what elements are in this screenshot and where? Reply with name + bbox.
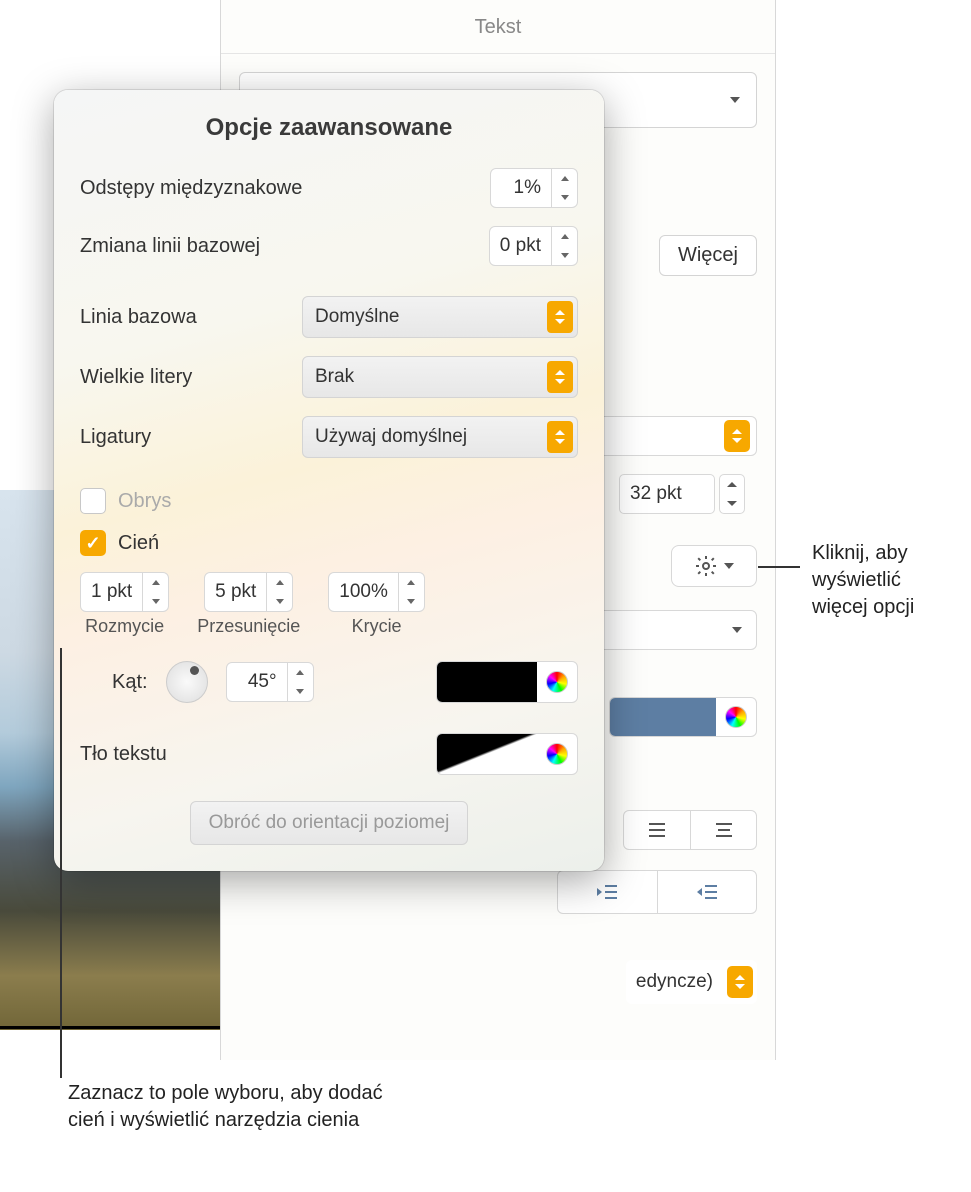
callout-line [60, 648, 62, 1078]
shadow-blur-value: 1 pkt [81, 581, 142, 603]
line-spacing-select[interactable]: edyncze) [626, 960, 757, 1004]
angle-label: Kąt: [112, 671, 148, 694]
shadow-opacity-input[interactable]: 100% [328, 572, 425, 612]
baseline-shift-label: Zmiana linii bazowej [80, 235, 260, 258]
color-swatch-none [437, 734, 537, 774]
inspector-header: Tekst [221, 0, 775, 54]
shadow-offset-value: 5 pkt [205, 581, 266, 603]
indent-segmented-control[interactable] [557, 870, 757, 914]
indent-icon [696, 883, 718, 901]
spacing-value: edyncze) [626, 971, 723, 993]
text-color-picker[interactable] [609, 697, 757, 737]
indent-increase[interactable] [657, 871, 757, 913]
angle-dot-icon [190, 666, 199, 675]
select-arrows-icon [547, 421, 573, 453]
callout-shadow-text: Zaznacz to pole wyboru, aby dodać cień i… [68, 1080, 388, 1134]
indent-icon [596, 883, 618, 901]
shadow-label: Cień [118, 532, 159, 555]
angle-value: 45° [227, 671, 287, 693]
baseline-value: Domyślne [303, 306, 543, 328]
color-wheel-icon [546, 671, 568, 693]
baseline-shift-input[interactable]: 0 pkt [489, 226, 578, 266]
stepper[interactable] [142, 573, 168, 611]
font-size-stepper[interactable] [719, 474, 745, 514]
stepper[interactable] [551, 169, 577, 207]
baseline-select[interactable]: Domyślne [302, 296, 578, 338]
shadow-opacity-label: Krycie [352, 616, 402, 637]
rotate-orientation-button[interactable]: Obróć do orientacji poziomej [190, 801, 469, 845]
color-wheel-button[interactable] [537, 734, 577, 774]
color-wheel-button[interactable] [716, 698, 756, 736]
chevron-down-icon [732, 627, 742, 633]
ligatures-select[interactable]: Używaj domyślnej [302, 416, 578, 458]
outline-label: Obrys [118, 490, 171, 513]
popover-title: Opcje zaawansowane [80, 114, 578, 142]
advanced-options-gear-button[interactable] [671, 545, 757, 587]
font-size-input[interactable]: 32 pkt [619, 474, 715, 514]
baseline-shift-value: 0 pkt [490, 235, 551, 257]
color-swatch [610, 698, 716, 736]
shadow-checkbox[interactable] [80, 530, 106, 556]
align-lines-icon [647, 822, 667, 838]
outline-checkbox[interactable] [80, 488, 106, 514]
angle-dial[interactable] [166, 661, 208, 703]
font-size-value: 32 pkt [630, 483, 682, 505]
chevron-down-icon [724, 563, 734, 569]
gear-icon [694, 554, 718, 578]
color-swatch-black [437, 662, 537, 702]
color-wheel-icon [725, 706, 747, 728]
more-button[interactable]: Więcej [659, 235, 757, 276]
shadow-opacity-value: 100% [329, 581, 398, 603]
caps-value: Brak [303, 366, 543, 388]
align-lines-icon [714, 822, 734, 838]
shadow-blur-input[interactable]: 1 pkt [80, 572, 169, 612]
color-wheel-icon [546, 743, 568, 765]
alignment-segmented-control[interactable] [623, 810, 757, 850]
angle-input[interactable]: 45° [226, 662, 314, 702]
color-wheel-button[interactable] [537, 662, 577, 702]
caps-select[interactable]: Brak [302, 356, 578, 398]
stepper-icon [724, 420, 750, 452]
callout-gear-text: Kliknij, aby wyświetlić więcej opcji [812, 540, 962, 621]
image-bottom-border [0, 1026, 220, 1029]
select-arrows-icon [547, 361, 573, 393]
char-spacing-label: Odstępy międzyznakowe [80, 177, 302, 200]
baseline-label: Linia bazowa [80, 306, 197, 329]
stepper[interactable] [287, 663, 313, 701]
callout-line [758, 566, 800, 568]
align-option[interactable] [690, 811, 756, 849]
select-arrows-icon [547, 301, 573, 333]
stepper[interactable] [266, 573, 292, 611]
stepper[interactable] [398, 573, 424, 611]
chevron-down-icon [730, 97, 740, 103]
shadow-color-picker[interactable] [436, 661, 578, 703]
stepper[interactable] [551, 227, 577, 265]
text-bg-color-picker[interactable] [436, 733, 578, 775]
indent-decrease[interactable] [558, 871, 657, 913]
align-option[interactable] [624, 811, 690, 849]
shadow-offset-label: Przesunięcie [197, 616, 300, 637]
shadow-offset-input[interactable]: 5 pkt [204, 572, 293, 612]
text-bg-label: Tło tekstu [80, 743, 167, 766]
char-spacing-input[interactable]: 1% [490, 168, 578, 208]
ligatures-value: Używaj domyślnej [303, 426, 543, 448]
ligatures-label: Ligatury [80, 426, 151, 449]
caps-label: Wielkie litery [80, 366, 192, 389]
advanced-options-popover: Opcje zaawansowane Odstępy międzyznakowe… [54, 90, 604, 871]
stepper-icon [727, 966, 753, 998]
char-spacing-value: 1% [491, 177, 551, 199]
shadow-blur-label: Rozmycie [85, 616, 164, 637]
